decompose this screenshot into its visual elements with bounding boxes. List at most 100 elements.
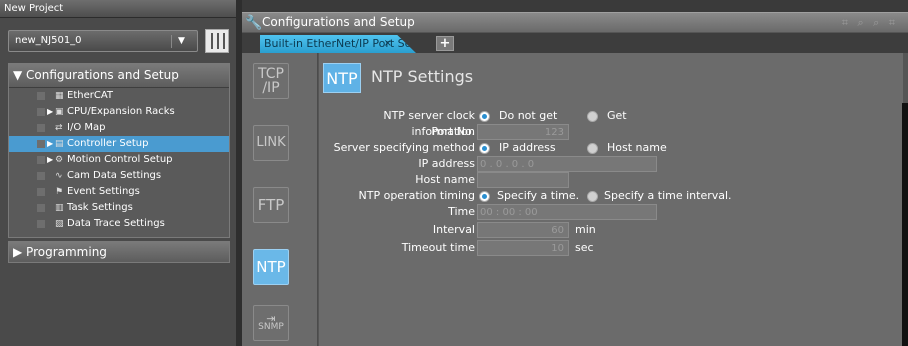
programming-header[interactable]: ▶ Programming — [8, 241, 230, 263]
tree-item-icon: ▤ — [55, 139, 64, 149]
do-not-get-radio[interactable] — [479, 111, 490, 122]
window-controls[interactable]: ⌗ ⌕ ⌕ ⌗ — [842, 13, 898, 32]
tree-status-square — [37, 140, 45, 148]
close-icon[interactable]: × — [384, 35, 392, 52]
nav-link-label: LINK — [256, 135, 286, 150]
interval-label: Interval — [432, 223, 475, 236]
tree-item[interactable]: ⇄ I/O Map — [9, 120, 229, 136]
ip-address-input[interactable]: 0 . 0 . 0 . 0 — [477, 156, 657, 172]
tree-item-label: I/O Map — [67, 122, 106, 133]
nav-snmp-button[interactable]: ⇥ SNMP — [253, 305, 289, 341]
controller-select[interactable]: new_NJ501_0 ▼ — [8, 30, 198, 52]
interval-row: Interval 60 min — [319, 222, 903, 238]
tree-status-square — [37, 204, 45, 212]
tree-item-label: EtherCAT — [67, 90, 113, 101]
port-row: Port No. 123 — [319, 124, 903, 140]
tree-item-label: Task Settings — [67, 202, 133, 213]
tree-item[interactable]: ▶ ▤ Controller Setup — [9, 136, 229, 152]
vertical-scrollbar[interactable] — [902, 103, 908, 346]
tree-item-icon: ⚙ — [55, 155, 64, 165]
time-row: Time 00 : 00 : 00 — [319, 204, 903, 220]
configurations-tree: ▼ Configurations and Setup ▦ EtherCAT ▶ ▣ CP… — [8, 63, 230, 238]
timing-row: NTP operation timing Specify a time. Spe… — [319, 188, 903, 204]
tree-item-label: CPU/Expansion Racks — [67, 106, 175, 117]
ip-address-row: IP address 0 . 0 . 0 . 0 — [319, 156, 903, 172]
timing-label: NTP operation timing — [358, 189, 475, 202]
host-name-radio[interactable] — [587, 143, 598, 154]
tree-item-label: Controller Setup — [67, 138, 149, 149]
tree-item[interactable]: ⚑ Event Settings — [9, 184, 229, 200]
tree-item-icon: ∿ — [55, 171, 63, 181]
tree-status-square — [37, 124, 45, 132]
tree-status-square — [37, 156, 45, 164]
edit-pane-titlebar: 🔧 Configurations and Setup ⌗ ⌕ ⌕ ⌗ — [242, 12, 908, 32]
clock-info-row: NTP server clock information Do not get … — [319, 108, 903, 138]
tree-status-square — [37, 188, 45, 196]
tree-item-icon: ▥ — [55, 203, 64, 213]
add-tab-button[interactable]: + — [436, 36, 454, 51]
nav-ftp-button[interactable]: FTP — [253, 187, 289, 223]
specify-interval-label: Specify a time interval. — [604, 189, 732, 202]
host-name-label: Host name — [415, 173, 475, 186]
tree-status-square — [37, 172, 45, 180]
host-name-input[interactable] — [477, 172, 569, 188]
ntp-icon: NTP — [323, 63, 361, 93]
ip-address-label: IP address — [418, 157, 475, 170]
configurations-and-setup-header[interactable]: ▼ Configurations and Setup — [9, 64, 229, 88]
tree-item-icon: ▣ — [55, 107, 64, 117]
tab-strip: Built-in EtherNet/IP Port Se × + — [242, 33, 908, 53]
tree-item[interactable]: ▥ Task Settings — [9, 200, 229, 216]
tree-item-icon: ▧ — [55, 219, 64, 229]
ip-address-radio[interactable] — [479, 143, 490, 154]
page-title: NTP Settings — [371, 67, 474, 86]
port-input[interactable]: 123 — [477, 124, 569, 140]
get-label: Get — [607, 109, 627, 122]
multiview-explorer: New Project new_NJ501_0 ▼ ▼ Configuratio… — [0, 0, 236, 346]
specify-interval-radio[interactable] — [587, 191, 598, 202]
expand-arrow-icon[interactable]: ▶ — [47, 152, 53, 168]
tree-item-label: Event Settings — [67, 186, 140, 197]
ip-address-option-label: IP address — [499, 141, 556, 154]
time-label: Time — [448, 205, 475, 218]
specify-time-radio[interactable] — [479, 191, 490, 202]
tree-item[interactable]: ▶ ▣ CPU/Expansion Racks — [9, 104, 229, 120]
edit-pane: 🔧 Configurations and Setup ⌗ ⌕ ⌕ ⌗ Built… — [242, 0, 908, 346]
tree-item[interactable]: ▦ EtherCAT — [9, 88, 229, 104]
tree-item[interactable]: ▧ Data Trace Settings — [9, 216, 229, 232]
host-name-option-label: Host name — [607, 141, 667, 154]
port-label: Port No. — [431, 125, 475, 138]
wrench-icon: 🔧 — [245, 15, 263, 31]
tree-status-square — [37, 108, 45, 116]
timeout-label: Timeout time — [401, 241, 475, 254]
tab-builtin-ethernet-ip[interactable]: Built-in EtherNet/IP Port Se × — [260, 35, 416, 53]
nav-tcpip-label: TCP /IP — [258, 66, 284, 96]
tree-item[interactable]: ∿ Cam Data Settings — [9, 168, 229, 184]
nav-ntp-button[interactable]: NTP — [253, 249, 289, 285]
tree-item-icon: ⚑ — [55, 187, 64, 197]
tree-item-label: Data Trace Settings — [67, 218, 165, 229]
expand-arrow-icon[interactable]: ▶ — [47, 104, 53, 120]
do-not-get-label: Do not get — [499, 109, 558, 122]
nav-ntp-label: NTP — [256, 258, 286, 276]
toolbar-strip — [242, 0, 908, 12]
settings-nav: TCP /IP LINK FTP NTP ⇥ SNMP — [242, 53, 318, 346]
get-radio[interactable] — [587, 111, 598, 122]
tree-item-icon: ▦ — [55, 91, 64, 101]
interval-input[interactable]: 60 — [477, 222, 569, 238]
nav-ftp-label: FTP — [257, 196, 285, 214]
timeout-input[interactable]: 10 — [477, 240, 569, 256]
tree-status-square — [37, 220, 45, 228]
ntp-settings-panel: NTP NTP Settings NTP server clock inform… — [319, 53, 903, 346]
nav-link-button[interactable]: LINK — [253, 125, 289, 161]
nav-tcpip-button[interactable]: TCP /IP — [253, 63, 289, 99]
tree-item[interactable]: ▶ ⚙ Motion Control Setup — [9, 152, 229, 168]
time-input[interactable]: 00 : 00 : 00 — [477, 204, 657, 220]
server-method-row: Server specifying method IP address Host… — [319, 140, 903, 156]
chevron-down-icon[interactable]: ▼ — [171, 35, 191, 48]
expand-arrow-icon[interactable]: ▶ — [47, 136, 53, 152]
controller-select-value: new_NJ501_0 — [15, 35, 82, 46]
server-method-label: Server specifying method — [333, 141, 475, 154]
nav-snmp-label: SNMP — [258, 322, 284, 332]
tree-item-icon: ⇄ — [55, 123, 63, 133]
controller-status-icon[interactable] — [205, 29, 229, 53]
